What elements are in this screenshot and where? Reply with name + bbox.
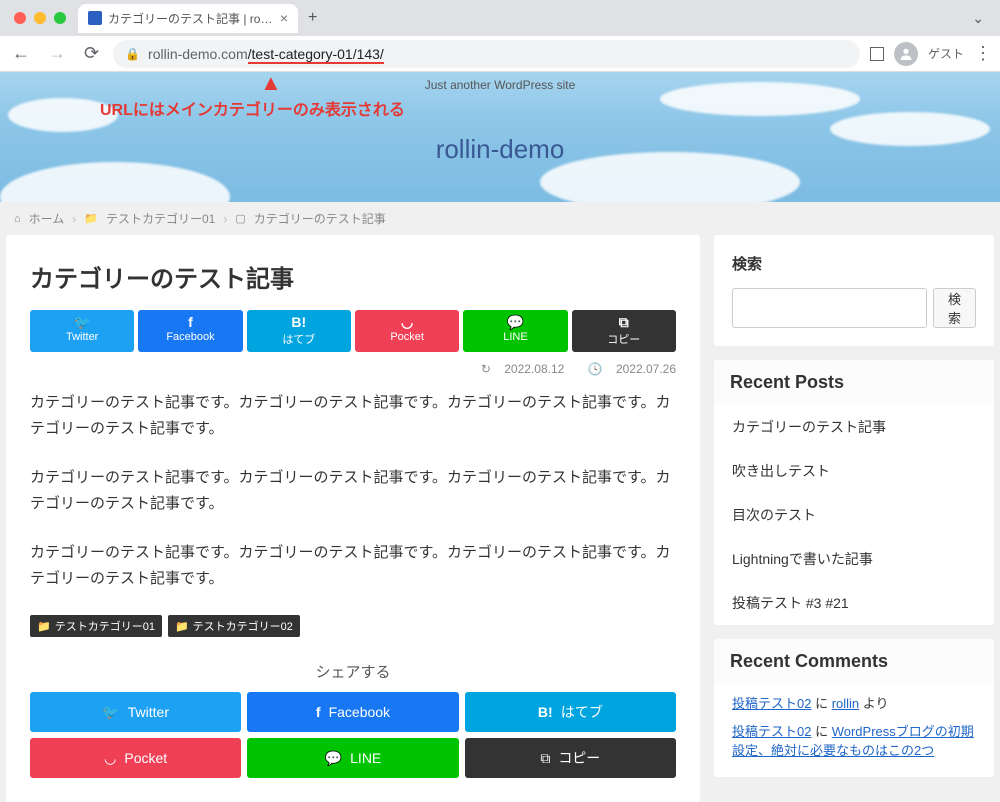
home-icon: ⌂: [14, 213, 21, 225]
share-buttons-bottom: 🐦Twitter fFacebook B!はてブ ◡Pocket 💬LINE ⧉…: [30, 692, 676, 778]
page-icon: ▢: [235, 212, 245, 225]
tab-title: カテゴリーのテスト記事 | rollin-d: [108, 10, 274, 27]
twitter-icon: 🐦: [73, 315, 90, 329]
breadcrumb-category[interactable]: テストカテゴリー01: [106, 210, 215, 227]
annotation: ▲ URLにはメインカテゴリーのみ表示される: [100, 72, 405, 120]
share-heading: シェアする: [30, 661, 676, 682]
publish-date: 2022.07.26: [616, 362, 676, 376]
folder-icon: 📁: [37, 620, 51, 633]
twitter-icon: 🐦: [102, 704, 119, 721]
recent-comment-item: 投稿テスト02 に rollin より: [714, 684, 994, 720]
share-copy-button[interactable]: ⧉コピー: [465, 738, 676, 778]
share-hatena-button[interactable]: B!はてブ: [247, 310, 351, 352]
browser-tab[interactable]: カテゴリーのテスト記事 | rollin-d ×: [78, 4, 298, 33]
comment-post-link[interactable]: 投稿テスト02: [732, 724, 811, 739]
sidebar: 検索 検索 Recent Posts カテゴリーのテスト記事 吹き出しテスト 目…: [714, 235, 994, 802]
url-input[interactable]: 🔒 rollin-demo.com/test-category-01/143/: [113, 40, 860, 68]
main-content: カテゴリーのテスト記事 🐦Twitter fFacebook B!はてブ ◡Po…: [6, 235, 700, 802]
article-title: カテゴリーのテスト記事: [30, 259, 676, 294]
category-tags: 📁テストカテゴリー01 📁テストカテゴリー02: [30, 615, 676, 637]
paragraph: カテゴリーのテスト記事です。カテゴリーのテスト記事です。カテゴリーのテスト記事で…: [30, 390, 676, 441]
folder-icon: 📁: [84, 212, 98, 225]
breadcrumb: ⌂ ホーム › 📁 テストカテゴリー01 › ▢ カテゴリーのテスト記事: [0, 202, 1000, 235]
url-text: rollin-demo.com/test-category-01/143/: [148, 46, 384, 62]
breadcrumb-home[interactable]: ホーム: [29, 210, 65, 227]
share-facebook-button[interactable]: fFacebook: [138, 310, 242, 352]
window-maximize-button[interactable]: [54, 12, 66, 24]
line-icon: 💬: [507, 315, 524, 329]
recent-comments-widget: Recent Comments 投稿テスト02 に rollin より 投稿テス…: [714, 639, 994, 777]
facebook-icon: f: [316, 704, 321, 720]
share-twitter-button[interactable]: 🐦Twitter: [30, 310, 134, 352]
hatena-icon: B!: [538, 704, 553, 720]
window-controls: [14, 12, 66, 24]
search-title: 検索: [732, 253, 976, 274]
recent-posts-title: Recent Posts: [714, 360, 994, 405]
pocket-icon: ◡: [401, 315, 413, 329]
category-tag[interactable]: 📁テストカテゴリー01: [30, 615, 162, 637]
paragraph: カテゴリーのテスト記事です。カテゴリーのテスト記事です。カテゴリーのテスト記事で…: [30, 540, 676, 591]
share-hatena-button[interactable]: B!はてブ: [465, 692, 676, 732]
share-buttons-top: 🐦Twitter fFacebook B!はてブ ◡Pocket 💬LINE ⧉…: [30, 310, 676, 352]
copy-icon: ⧉: [540, 750, 550, 767]
reload-button[interactable]: ⟳: [80, 41, 103, 66]
updated-icon: ↻: [481, 362, 491, 376]
recent-post-item[interactable]: Lightningで書いた記事: [714, 537, 994, 581]
pocket-icon: ◡: [104, 750, 116, 767]
article-dates: ↻ 2022.08.12 🕓 2022.07.26: [30, 362, 676, 376]
facebook-icon: f: [188, 315, 193, 329]
forward-button[interactable]: →: [44, 41, 70, 66]
menu-icon[interactable]: ⋮: [974, 43, 992, 64]
profile-label: ゲスト: [928, 45, 964, 62]
share-pocket-button[interactable]: ◡Pocket: [30, 738, 241, 778]
share-pocket-button[interactable]: ◡Pocket: [355, 310, 459, 352]
search-button[interactable]: 検索: [933, 288, 976, 328]
annotation-text: URLにはメインカテゴリーのみ表示される: [100, 96, 405, 120]
share-line-button[interactable]: 💬LINE: [463, 310, 567, 352]
new-tab-button[interactable]: +: [308, 9, 317, 27]
recent-comment-item: 投稿テスト02 に WordPressブログの初期設定、絶対に必要なものはこの2…: [714, 720, 994, 767]
tab-favicon-icon: [88, 11, 102, 25]
back-button[interactable]: ←: [8, 41, 34, 66]
reader-mode-icon[interactable]: [870, 47, 884, 61]
share-twitter-button[interactable]: 🐦Twitter: [30, 692, 241, 732]
window-close-button[interactable]: [14, 12, 26, 24]
site-title[interactable]: rollin-demo: [0, 134, 1000, 165]
profile-avatar-icon[interactable]: [894, 42, 918, 66]
lock-icon: 🔒: [125, 47, 140, 61]
recent-post-item[interactable]: カテゴリーのテスト記事: [714, 405, 994, 449]
comment-post-link[interactable]: 投稿テスト02: [732, 696, 811, 711]
chevron-down-icon[interactable]: ⌄: [972, 10, 984, 27]
recent-posts-widget: Recent Posts カテゴリーのテスト記事 吹き出しテスト 目次のテスト …: [714, 360, 994, 625]
window-minimize-button[interactable]: [34, 12, 46, 24]
tab-bar: カテゴリーのテスト記事 | rollin-d × + ⌄: [0, 0, 1000, 36]
comment-author-link[interactable]: rollin: [832, 696, 859, 711]
hatena-icon: B!: [291, 315, 306, 329]
updated-date: 2022.08.12: [504, 362, 564, 376]
address-bar: ← → ⟳ 🔒 rollin-demo.com/test-category-01…: [0, 36, 1000, 72]
recent-post-item[interactable]: 投稿テスト #3 #21: [714, 581, 994, 625]
share-copy-button[interactable]: ⧉コピー: [572, 310, 676, 352]
search-widget: 検索 検索: [714, 235, 994, 346]
tab-close-icon[interactable]: ×: [280, 10, 288, 26]
category-tag[interactable]: 📁テストカテゴリー02: [168, 615, 300, 637]
share-facebook-button[interactable]: fFacebook: [247, 692, 458, 732]
paragraph: カテゴリーのテスト記事です。カテゴリーのテスト記事です。カテゴリーのテスト記事で…: [30, 465, 676, 516]
annotation-arrow-icon: ▲: [260, 72, 405, 94]
article-body: カテゴリーのテスト記事です。カテゴリーのテスト記事です。カテゴリーのテスト記事で…: [30, 390, 676, 591]
clock-icon: 🕓: [588, 362, 603, 376]
breadcrumb-current: カテゴリーのテスト記事: [254, 210, 386, 227]
search-input[interactable]: [732, 288, 927, 328]
browser-chrome: カテゴリーのテスト記事 | rollin-d × + ⌄ ← → ⟳ 🔒 rol…: [0, 0, 1000, 72]
share-line-button[interactable]: 💬LINE: [247, 738, 458, 778]
recent-post-item[interactable]: 目次のテスト: [714, 493, 994, 537]
copy-icon: ⧉: [619, 315, 629, 329]
folder-icon: 📁: [175, 620, 189, 633]
recent-comments-title: Recent Comments: [714, 639, 994, 684]
line-icon: 💬: [325, 750, 342, 767]
recent-post-item[interactable]: 吹き出しテスト: [714, 449, 994, 493]
